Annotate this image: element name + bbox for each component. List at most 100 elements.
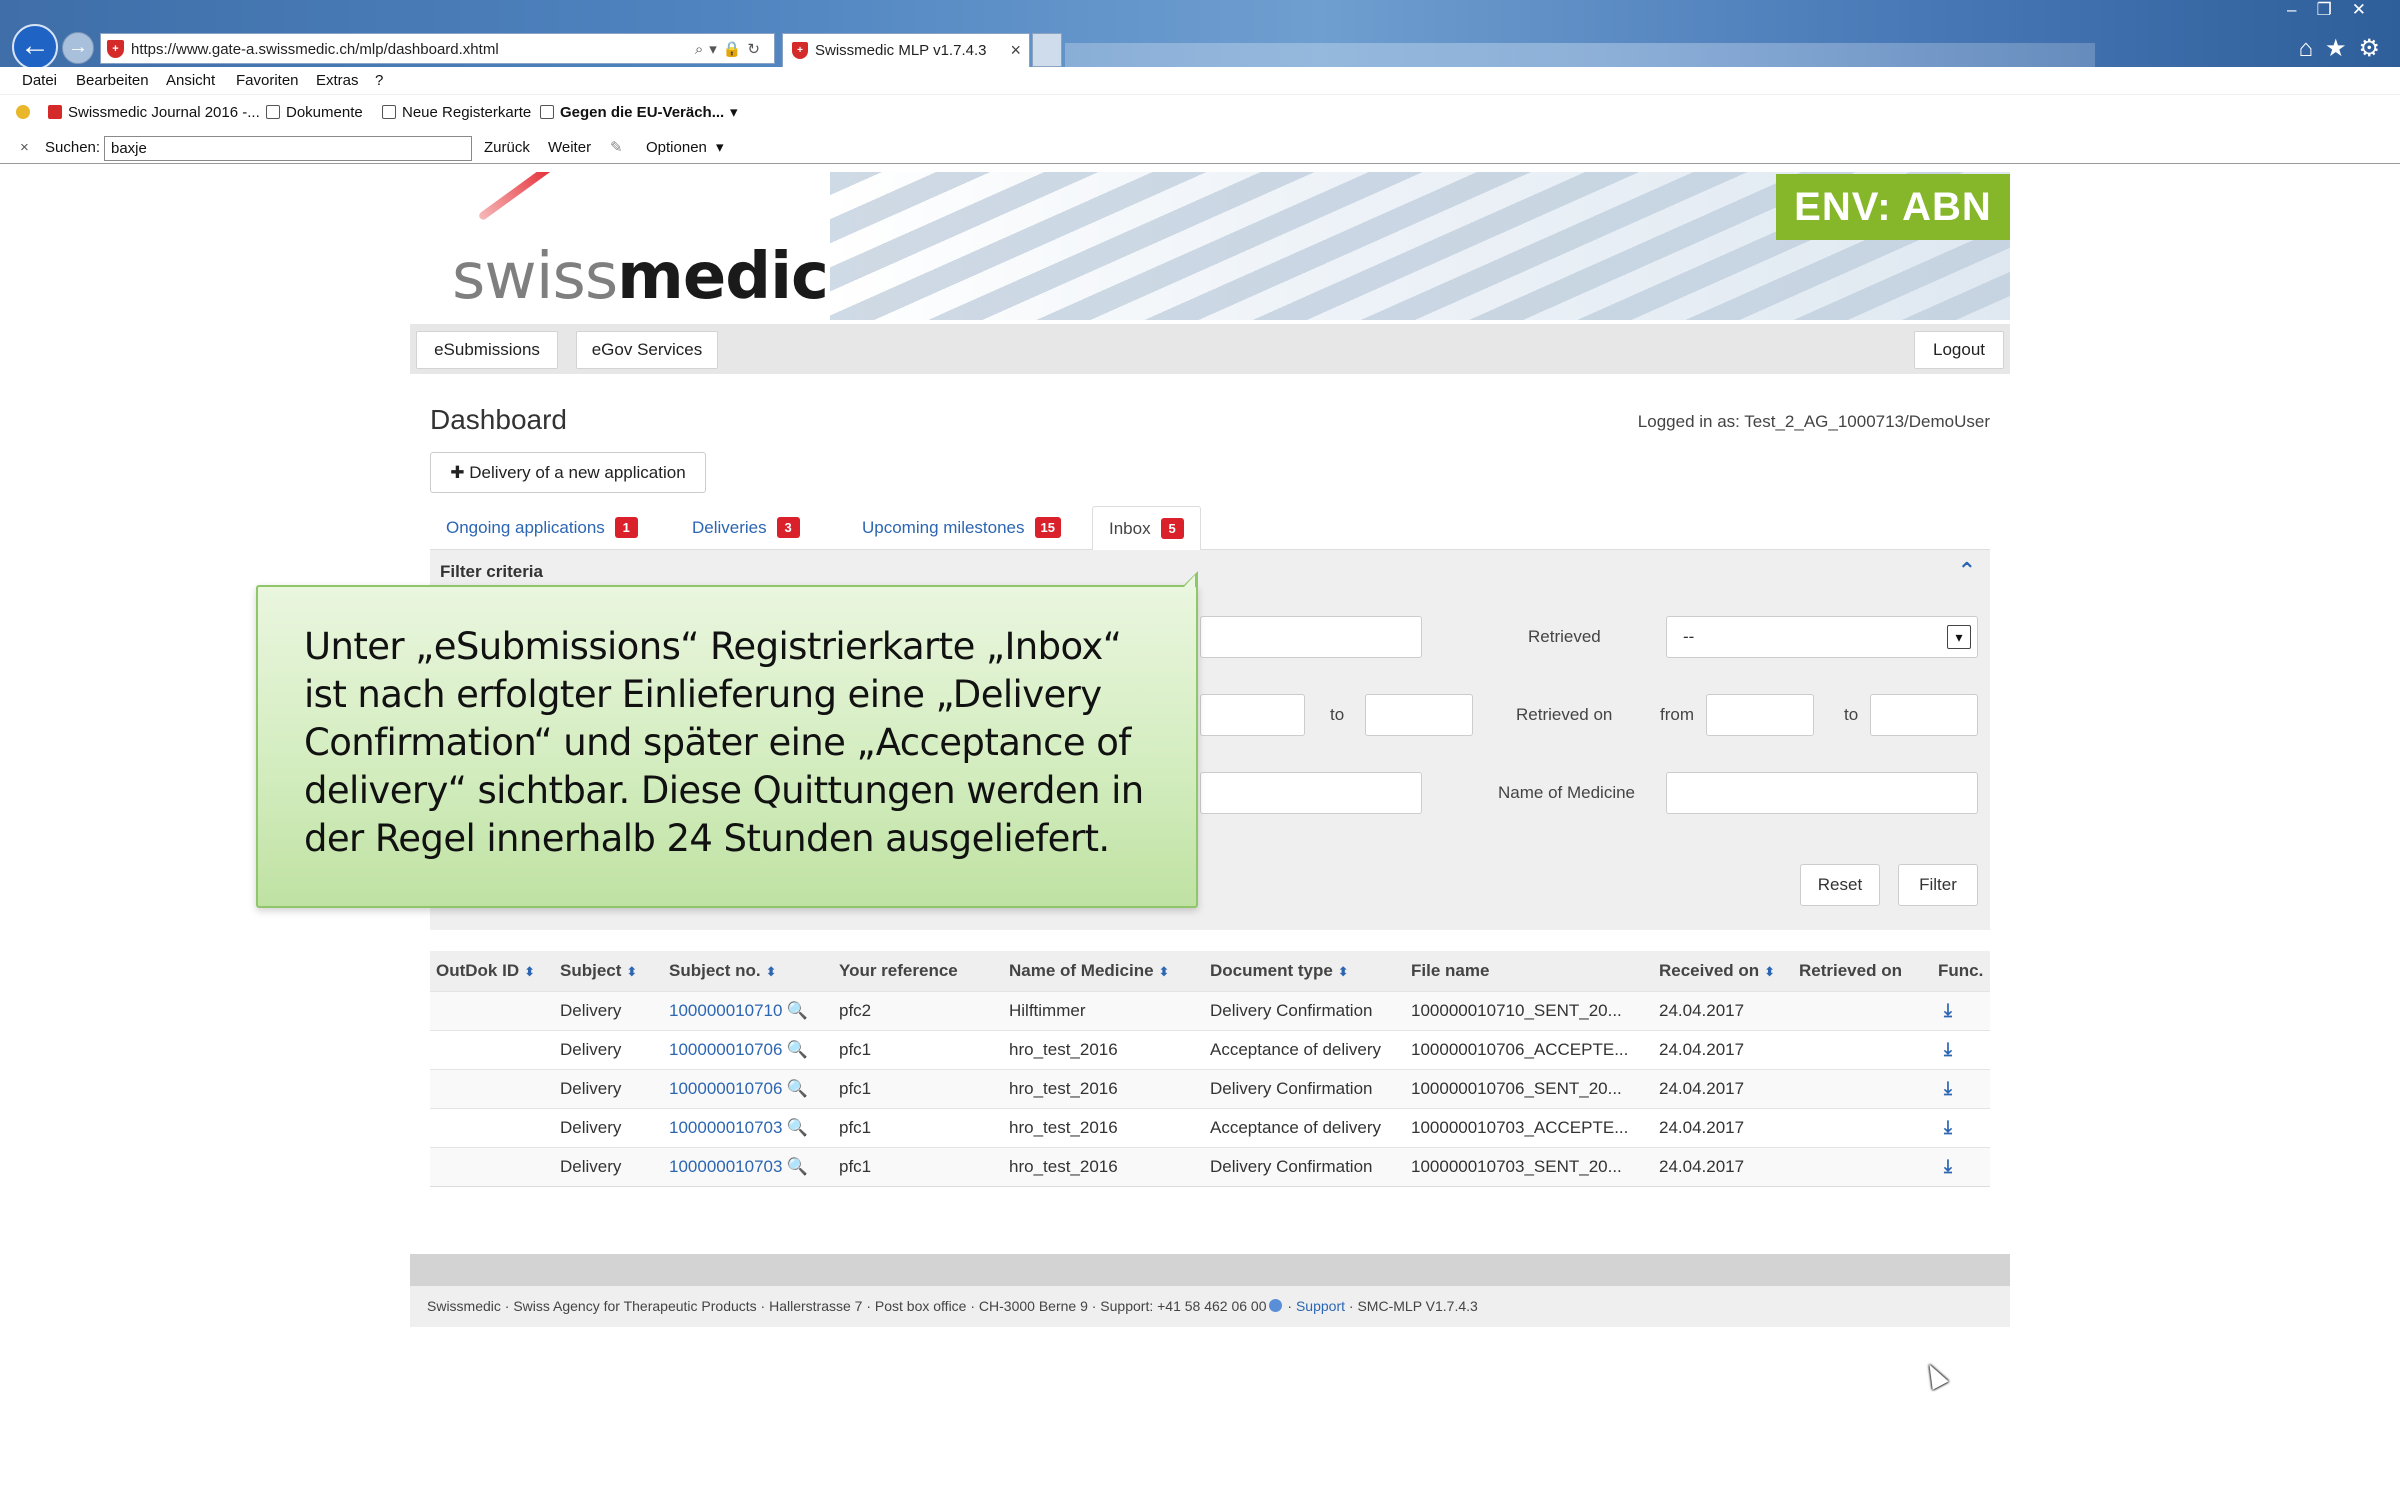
- find-options-arrow-icon[interactable]: ▾: [716, 132, 724, 164]
- menu-item-ansicht[interactable]: Ansicht: [166, 67, 215, 95]
- tab-deliveries[interactable]: Deliveries 3: [676, 506, 816, 550]
- new-tab-button[interactable]: [1032, 33, 1062, 67]
- search-icon[interactable]: 🔍: [786, 1001, 807, 1020]
- col-subject[interactable]: Subject ⬍: [554, 951, 663, 991]
- cell-retrieved-on: [1793, 1068, 1932, 1108]
- search-icon[interactable]: 🔍: [786, 1157, 807, 1176]
- date-from-input[interactable]: [1200, 694, 1305, 736]
- retrieved-from-input[interactable]: [1706, 694, 1814, 736]
- subject-no-link[interactable]: 100000010706: [669, 1040, 782, 1059]
- callout-pointer-inner: [1183, 575, 1195, 588]
- sort-icon: ⬍: [524, 963, 536, 979]
- support-link[interactable]: Support: [1296, 1298, 1345, 1314]
- date-to-input[interactable]: [1365, 694, 1473, 736]
- to-label-2: to: [1844, 705, 1859, 724]
- cell-func: ⤓: [1932, 1107, 1990, 1147]
- menu-item-bearbeiten[interactable]: Bearbeiten: [76, 67, 149, 95]
- menu-item-datei[interactable]: Datei: [22, 67, 57, 95]
- from-label: from: [1660, 705, 1694, 724]
- esubmissions-button[interactable]: eSubmissions: [416, 331, 558, 369]
- cell-subject-no[interactable]: 100000010706 🔍: [663, 1068, 833, 1108]
- search-icon[interactable]: 🔍: [786, 1079, 807, 1098]
- address-bar[interactable]: + https://www.gate-a.swissmedic.ch/mlp/d…: [100, 33, 775, 64]
- retrieved-on-label: Retrieved on: [1516, 705, 1613, 724]
- col-document-type[interactable]: Document type ⬍: [1204, 951, 1405, 991]
- download-icon[interactable]: ⤓: [1938, 1156, 1958, 1177]
- menu-item-favoriten[interactable]: Favoriten: [236, 67, 299, 95]
- tab-ongoing-applications[interactable]: Ongoing applications 1: [430, 506, 654, 550]
- new-application-button[interactable]: ✚ Delivery of a new application: [430, 452, 706, 493]
- collapse-chevron-icon[interactable]: ⌃: [1958, 558, 1976, 584]
- col-subject-no[interactable]: Subject no. ⬍: [663, 951, 833, 991]
- filter-input-row1[interactable]: [1200, 616, 1422, 658]
- options-pencil-icon[interactable]: ✎: [610, 132, 623, 164]
- tab-inbox[interactable]: Inbox 5: [1092, 506, 1201, 551]
- download-icon[interactable]: ⤓: [1938, 1039, 1958, 1060]
- find-options-button[interactable]: Optionen: [646, 132, 707, 164]
- favorite-swissmedic-journal[interactable]: Swissmedic Journal 2016 -...: [48, 96, 260, 130]
- address-tools-icons[interactable]: ⌕▾🔒↻: [695, 34, 766, 65]
- filter-button[interactable]: Filter: [1898, 864, 1978, 906]
- back-arrow-icon[interactable]: ←: [12, 24, 58, 70]
- favorite-neue-registerkarte[interactable]: Neue Registerkarte: [382, 96, 531, 130]
- col-outdok-id[interactable]: OutDok ID ⬍: [430, 951, 554, 991]
- tab-close-icon[interactable]: ×: [1010, 34, 1021, 67]
- favorite-eu-verach[interactable]: Gegen die EU-Veräch...: [540, 96, 724, 130]
- favorites-star-icon[interactable]: [16, 96, 36, 130]
- download-icon[interactable]: ⤓: [1938, 1117, 1958, 1138]
- footer-version: SMC-MLP V1.7.4.3: [1357, 1298, 1478, 1314]
- forward-arrow-icon[interactable]: →: [62, 32, 94, 64]
- cell-subject: Delivery: [554, 1146, 663, 1186]
- col-func: Func.: [1932, 951, 1990, 991]
- filter-input-row3[interactable]: [1200, 772, 1422, 814]
- egov-services-button[interactable]: eGov Services: [576, 331, 718, 369]
- search-icon[interactable]: 🔍: [786, 1040, 807, 1059]
- subject-no-link[interactable]: 100000010710: [669, 1001, 782, 1020]
- menu-item-extras[interactable]: Extras: [316, 67, 359, 95]
- cell-subject-no[interactable]: 100000010710 🔍: [663, 990, 833, 1030]
- retrieved-to-input[interactable]: [1870, 694, 1978, 736]
- page-icon: [266, 105, 280, 119]
- reset-button[interactable]: Reset: [1800, 864, 1880, 906]
- favorite-dokumente[interactable]: Dokumente: [266, 96, 363, 130]
- window-controls[interactable]: –❐✕: [2287, 0, 2386, 22]
- subject-no-link[interactable]: 100000010703: [669, 1157, 782, 1176]
- cell-subject-no[interactable]: 100000010703 🔍: [663, 1146, 833, 1186]
- address-url[interactable]: https://www.gate-a.swissmedic.ch/mlp/das…: [131, 34, 499, 65]
- cell-func: ⤓: [1932, 990, 1990, 1030]
- sort-icon: ⬍: [765, 963, 777, 979]
- cell-subject: Delivery: [554, 1107, 663, 1147]
- medicine-input[interactable]: [1666, 772, 1978, 814]
- col-received-on[interactable]: Received on ⬍: [1653, 951, 1793, 991]
- cell-subject-no[interactable]: 100000010703 🔍: [663, 1107, 833, 1147]
- subject-no-link[interactable]: 100000010703: [669, 1118, 782, 1137]
- cell-document-type: Delivery Confirmation: [1204, 1068, 1405, 1108]
- download-icon[interactable]: ⤓: [1938, 1078, 1958, 1099]
- swissmedic-logo[interactable]: swissmedic: [452, 240, 829, 314]
- find-close-icon[interactable]: ×: [20, 132, 29, 164]
- browser-tab-active[interactable]: + Swissmedic MLP v1.7.4.3 ×: [782, 33, 1030, 67]
- menu-item-help[interactable]: ?: [375, 67, 383, 95]
- filter-title: Filter criteria: [440, 562, 543, 581]
- search-icon[interactable]: 🔍: [786, 1118, 807, 1137]
- find-input[interactable]: baxje: [104, 136, 472, 161]
- col-name-of-medicine[interactable]: Name of Medicine ⬍: [1003, 951, 1204, 991]
- tab-upcoming-milestones[interactable]: Upcoming milestones 15: [846, 506, 1077, 550]
- table-header-row: OutDok ID ⬍ Subject ⬍ Subject no. ⬍ Your re…: [430, 951, 1990, 991]
- cell-file-name: 100000010706_SENT_20...: [1405, 1068, 1653, 1108]
- cell-subject-no[interactable]: 100000010706 🔍: [663, 1029, 833, 1069]
- find-back-button[interactable]: Zurück: [484, 132, 530, 164]
- page-icon: [382, 105, 396, 119]
- subject-no-link[interactable]: 100000010706: [669, 1079, 782, 1098]
- download-icon[interactable]: ⤓: [1938, 1000, 1958, 1021]
- logout-button[interactable]: Logout: [1914, 331, 2004, 369]
- logo-part-light: swiss: [452, 240, 618, 314]
- home-favorites-settings-icons[interactable]: ⌂★⚙: [2298, 34, 2392, 63]
- retrieved-label: Retrieved: [1528, 627, 1601, 646]
- retrieved-select[interactable]: -- ▾: [1666, 616, 1978, 658]
- logged-in-user: Logged in as: Test_2_AG_1000713/DemoUser: [1637, 412, 1990, 431]
- find-next-button[interactable]: Weiter: [548, 132, 591, 164]
- cell-outdok-id: [430, 1146, 554, 1186]
- cell-retrieved-on: [1793, 1107, 1932, 1147]
- favorites-more-icon[interactable]: ▾: [730, 96, 738, 130]
